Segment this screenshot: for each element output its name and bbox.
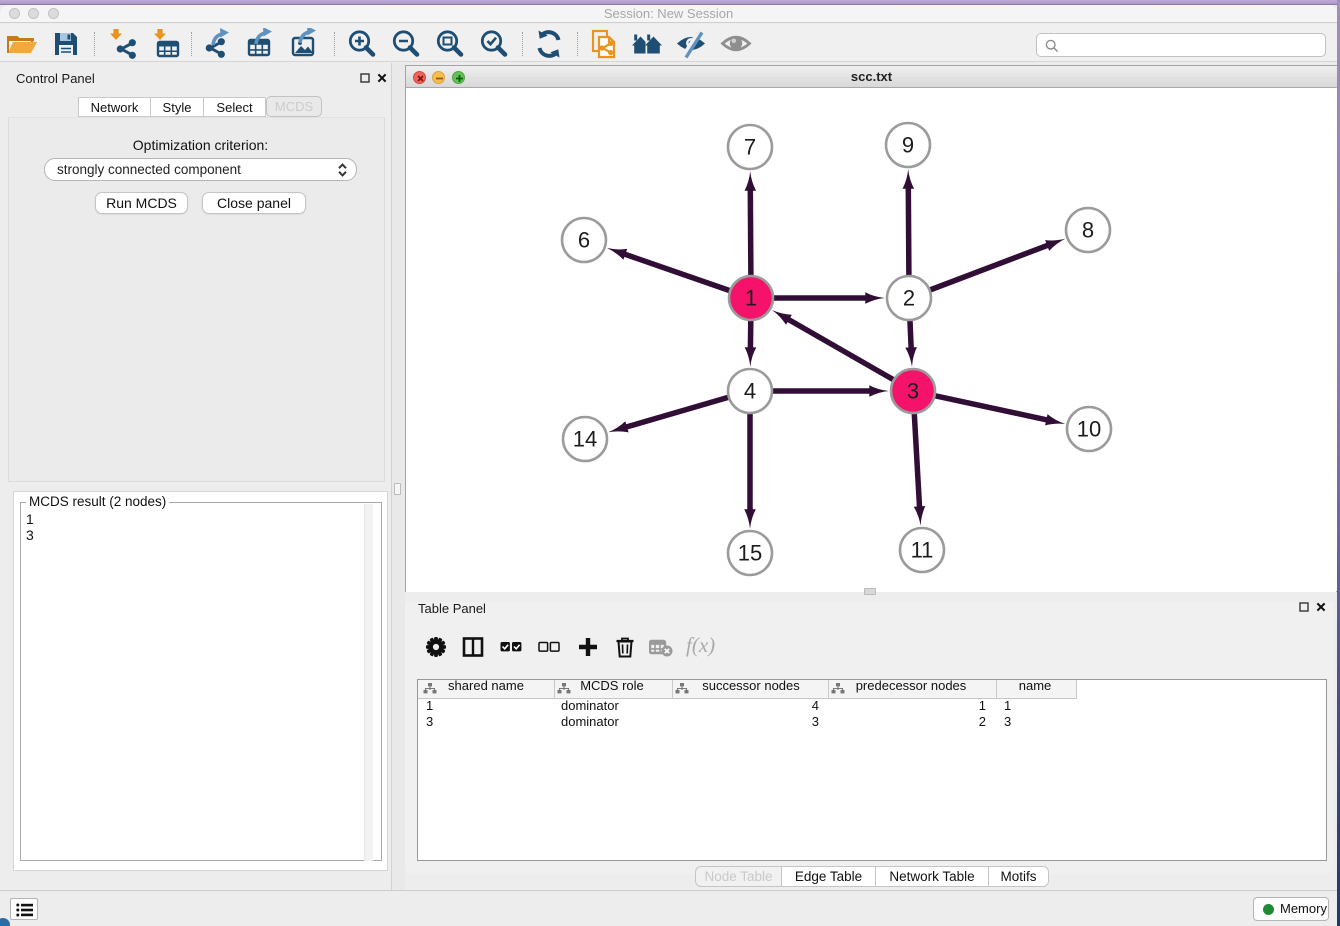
svg-text:3: 3 bbox=[907, 379, 919, 404]
svg-text:8: 8 bbox=[1082, 218, 1094, 243]
svg-text:7: 7 bbox=[744, 135, 756, 160]
svg-text:9: 9 bbox=[902, 133, 914, 158]
svg-text:4: 4 bbox=[744, 379, 756, 404]
svg-text:2: 2 bbox=[903, 286, 915, 311]
svg-text:11: 11 bbox=[911, 538, 934, 563]
svg-text:10: 10 bbox=[1077, 417, 1101, 442]
svg-text:14: 14 bbox=[573, 427, 597, 452]
svg-text:6: 6 bbox=[578, 228, 590, 253]
svg-text:1: 1 bbox=[745, 286, 757, 311]
svg-text:15: 15 bbox=[738, 541, 762, 566]
